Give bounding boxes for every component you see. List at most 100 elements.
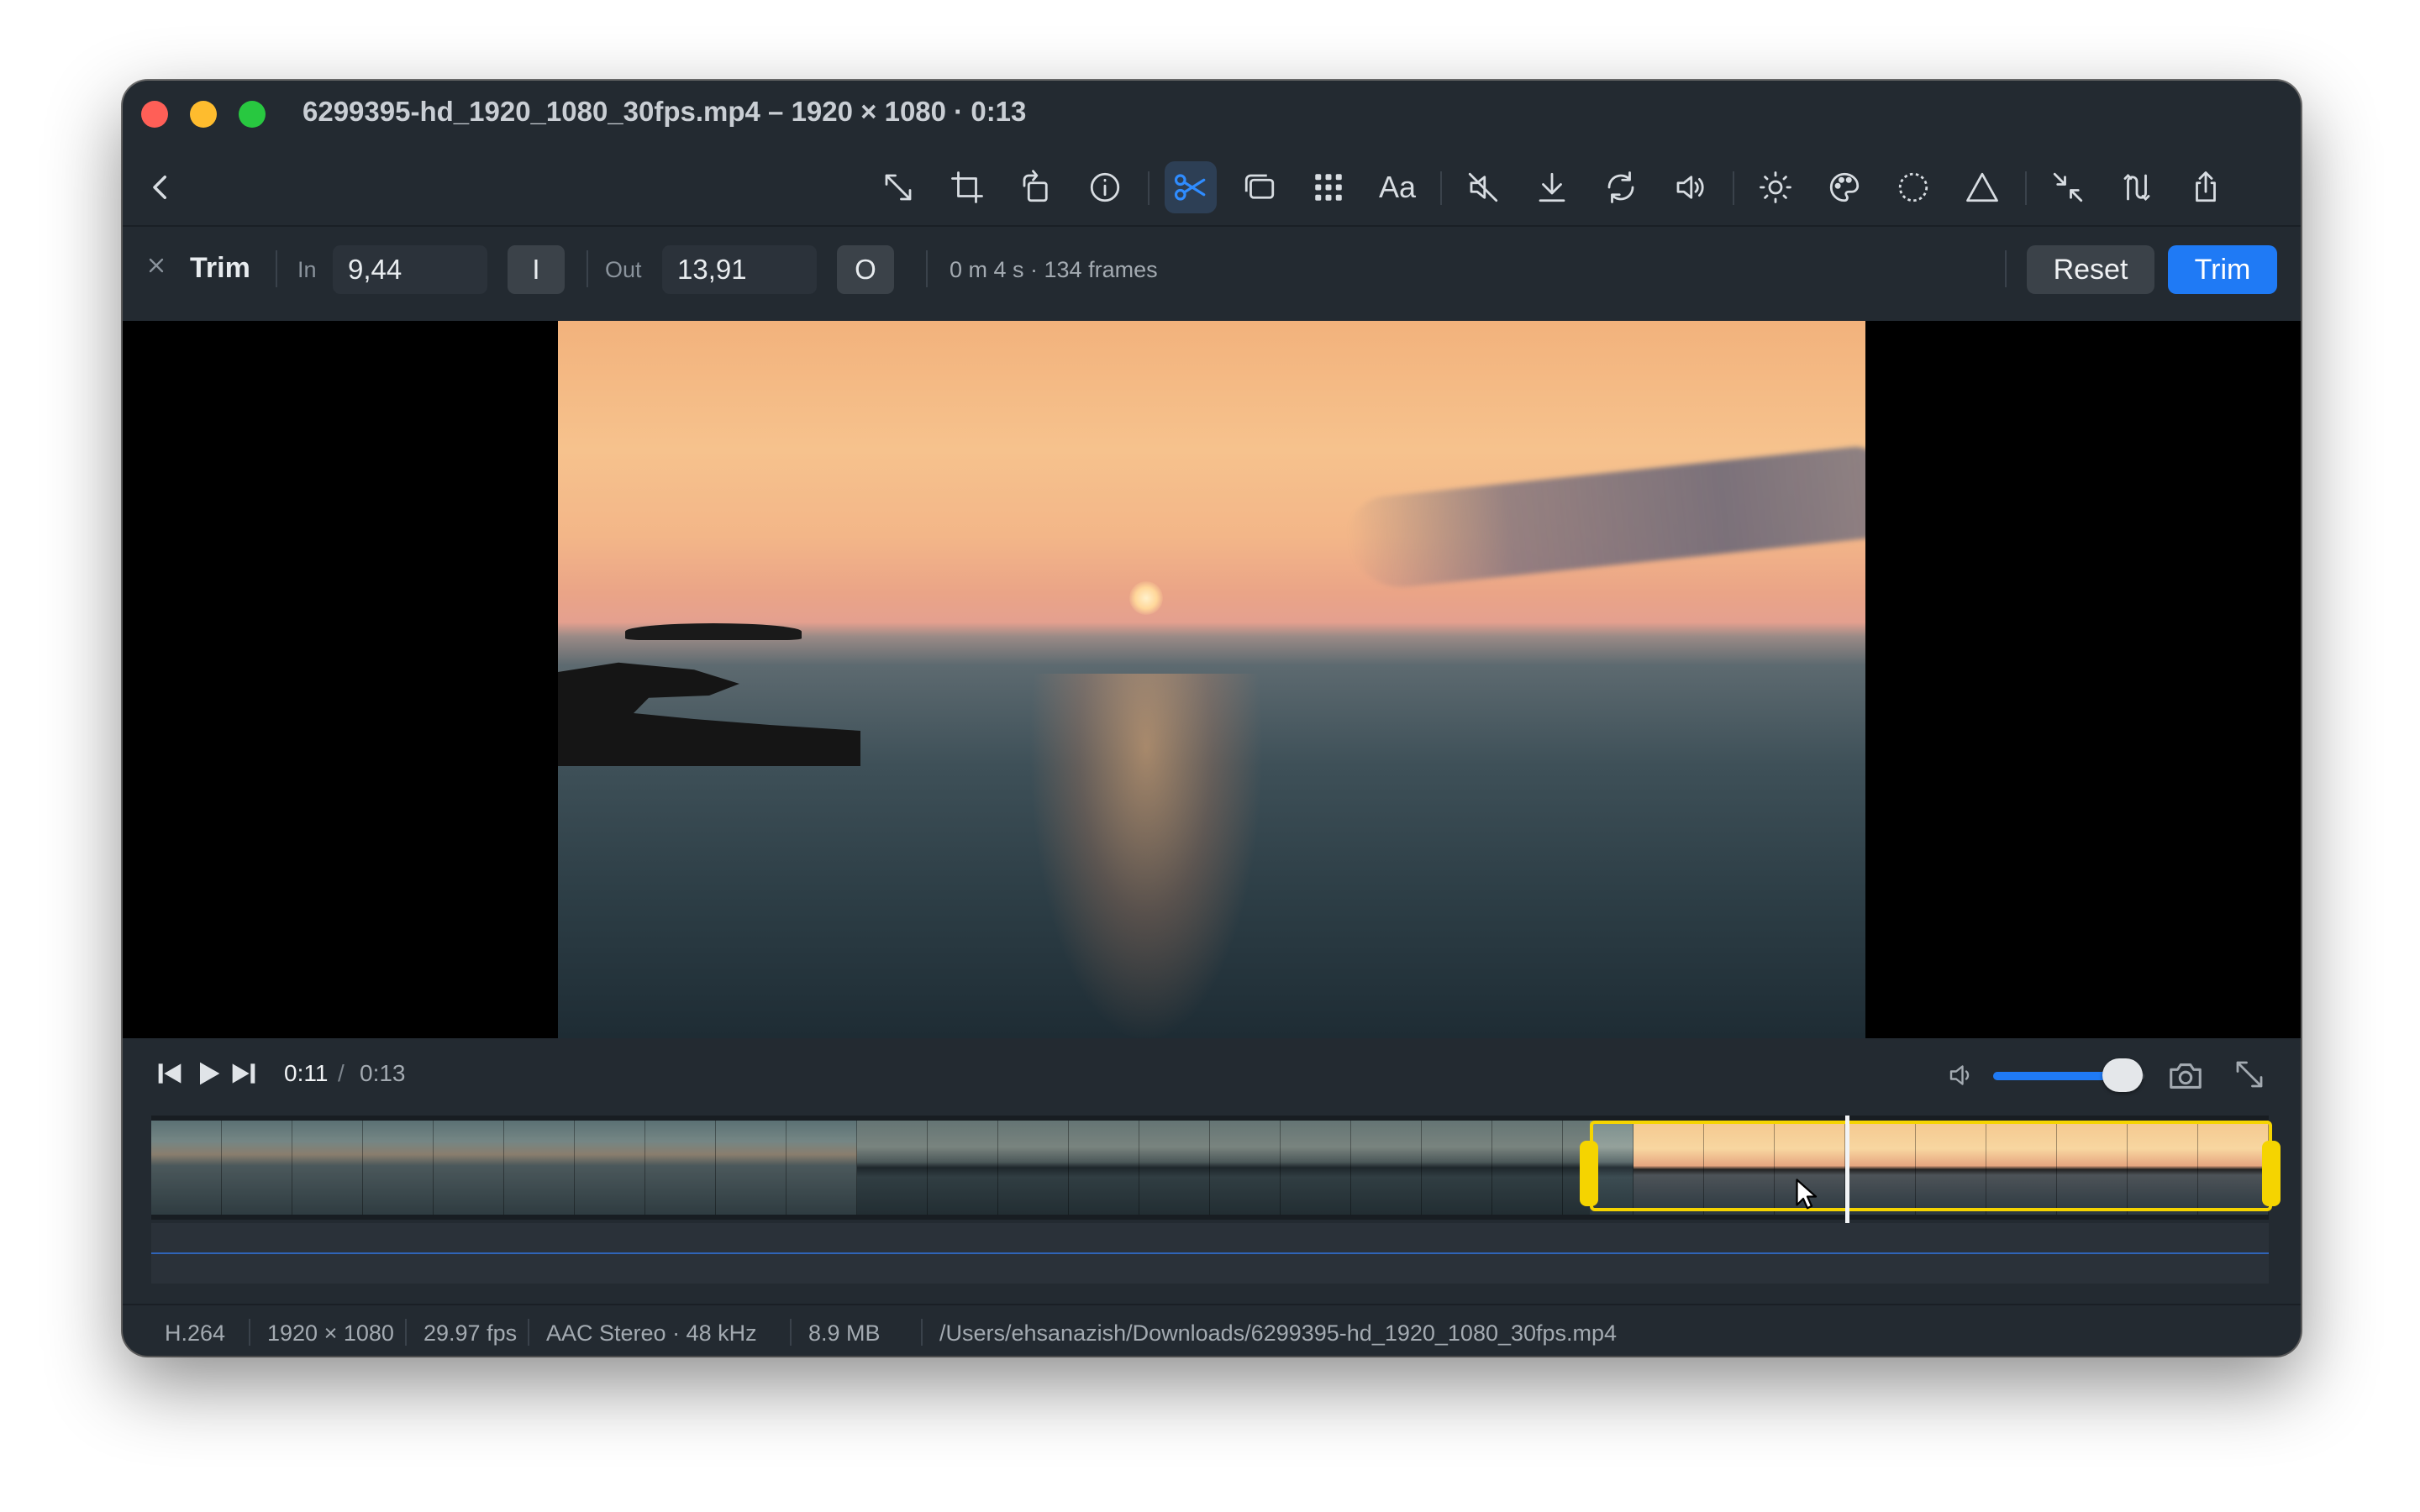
status-codec: H.264 [165, 1320, 226, 1346]
skip-forward-icon[interactable] [227, 1057, 260, 1090]
scissors-icon [1174, 174, 1206, 201]
back-button[interactable] [134, 161, 187, 213]
trim-title: Trim [190, 252, 250, 284]
title-bar: 6299395-hd_1920_1080_30fps.mp4 – 1920 × … [123, 81, 2301, 146]
status-bar: H.264 1920 × 1080 29.97 fps AAC Stereo ·… [123, 1304, 2301, 1356]
resize-icon [885, 174, 912, 201]
trim-divider [276, 250, 277, 287]
timeline[interactable] [151, 1116, 2281, 1223]
toolbar-divider [1148, 171, 1150, 205]
back-icon [153, 176, 166, 199]
toolbar-divider [1733, 171, 1734, 205]
in-label: In [297, 257, 317, 282]
in-point-field[interactable]: 9,44 [333, 245, 487, 294]
status-size: 8.9 MB [808, 1320, 881, 1346]
download-icon [1539, 172, 1565, 202]
share-button[interactable] [2180, 161, 2232, 213]
video-sun-reflection [1028, 674, 1264, 1038]
status-fps: 29.97 fps [424, 1320, 518, 1346]
trim-divider [926, 250, 928, 287]
trim-tool-button[interactable] [1165, 161, 1217, 213]
rotate-icon [1023, 170, 1048, 202]
play-icon[interactable] [192, 1057, 225, 1090]
audio-adjust-button[interactable] [2111, 161, 2163, 213]
total-time: 0:13 [360, 1060, 406, 1086]
info-button[interactable] [1079, 161, 1131, 213]
video-islet [625, 623, 802, 640]
loop-button[interactable] [1595, 161, 1647, 213]
overlay-button[interactable] [1234, 161, 1286, 213]
fullscreen-icon[interactable] [2232, 1057, 2267, 1092]
grid-icon [1315, 174, 1342, 201]
trim-start-handle[interactable] [1580, 1141, 1598, 1206]
volume-icon [1676, 176, 1704, 199]
mute-button[interactable] [1457, 161, 1509, 213]
audio-waveform[interactable] [151, 1223, 2269, 1284]
toolbar: Aa [123, 148, 2301, 227]
video-preview-area [123, 321, 2301, 1038]
status-divider [790, 1319, 792, 1346]
current-time: 0:11 [284, 1060, 329, 1086]
trim-divider [587, 250, 588, 287]
triangle-icon [1966, 172, 1998, 202]
speaker-icon[interactable] [1946, 1060, 1976, 1090]
resize-button[interactable] [872, 161, 924, 213]
set-in-button[interactable]: I [508, 245, 565, 294]
playhead[interactable] [1845, 1116, 1849, 1223]
status-audio: AAC Stereo · 48 kHz [546, 1320, 757, 1346]
app-window: 6299395-hd_1920_1080_30fps.mp4 – 1920 × … [123, 81, 2301, 1356]
status-divider [405, 1319, 407, 1346]
window-title: 6299395-hd_1920_1080_30fps.mp4 – 1920 × … [302, 96, 1027, 127]
vignette-button[interactable] [1887, 161, 1939, 213]
time-separator: / [338, 1060, 345, 1086]
trim-button[interactable]: Trim [2168, 245, 2277, 294]
set-out-button[interactable]: O [837, 245, 894, 294]
status-divider [921, 1319, 923, 1346]
toolbar-divider [2025, 171, 2027, 205]
status-divider [528, 1319, 529, 1346]
share-icon [2196, 171, 2216, 202]
out-label: Out [605, 257, 642, 282]
close-window-button[interactable] [141, 101, 168, 128]
loop-icon [1607, 171, 1634, 203]
trim-end-handle[interactable] [2262, 1141, 2281, 1206]
video-sun [1129, 581, 1163, 615]
crop-icon [951, 171, 983, 203]
trim-selection[interactable] [1590, 1121, 2272, 1211]
color-button[interactable] [1818, 161, 1870, 213]
crop-button[interactable] [941, 161, 993, 213]
player-controls: 0:11 / 0:13 [123, 1040, 2301, 1107]
waveform-line [151, 1252, 2269, 1254]
trim-divider [2005, 250, 2007, 287]
reset-button[interactable]: Reset [2027, 245, 2154, 294]
grid-button[interactable] [1302, 161, 1355, 213]
volume-button[interactable] [1664, 161, 1716, 213]
audio-adjust-icon [2123, 174, 2150, 201]
compress-button[interactable] [2042, 161, 2094, 213]
video-cloud [1344, 444, 1865, 593]
download-button[interactable] [1526, 161, 1578, 213]
close-trim-icon[interactable] [145, 254, 168, 277]
video-frame[interactable] [558, 321, 1865, 1038]
info-icon [1090, 172, 1120, 202]
brightness-icon [1760, 171, 1791, 203]
trim-duration-info: 0 m 4 s · 134 frames [950, 257, 1158, 282]
zoom-window-button[interactable] [239, 101, 266, 128]
camera-icon[interactable] [2166, 1057, 2205, 1095]
toolbar-divider [1440, 171, 1442, 205]
mute-icon [1468, 172, 1498, 202]
minimize-window-button[interactable] [190, 101, 217, 128]
brightness-button[interactable] [1749, 161, 1802, 213]
volume-slider-knob[interactable] [2102, 1058, 2143, 1092]
palette-icon [1829, 172, 1860, 202]
sharpen-button[interactable] [1956, 161, 2008, 213]
status-divider [249, 1319, 250, 1346]
out-point-field[interactable]: 13,91 [662, 245, 817, 294]
circle-dashed-icon [1898, 172, 1928, 202]
rotate-button[interactable] [1010, 161, 1062, 213]
trim-bar: Trim In 9,44 I Out 13,91 O 0 m 4 s · 134… [123, 227, 2301, 319]
skip-back-icon[interactable] [153, 1057, 187, 1090]
mouse-cursor-icon [1796, 1179, 1818, 1210]
text-button[interactable]: Aa [1371, 161, 1423, 213]
status-resolution: 1920 × 1080 [267, 1320, 394, 1346]
